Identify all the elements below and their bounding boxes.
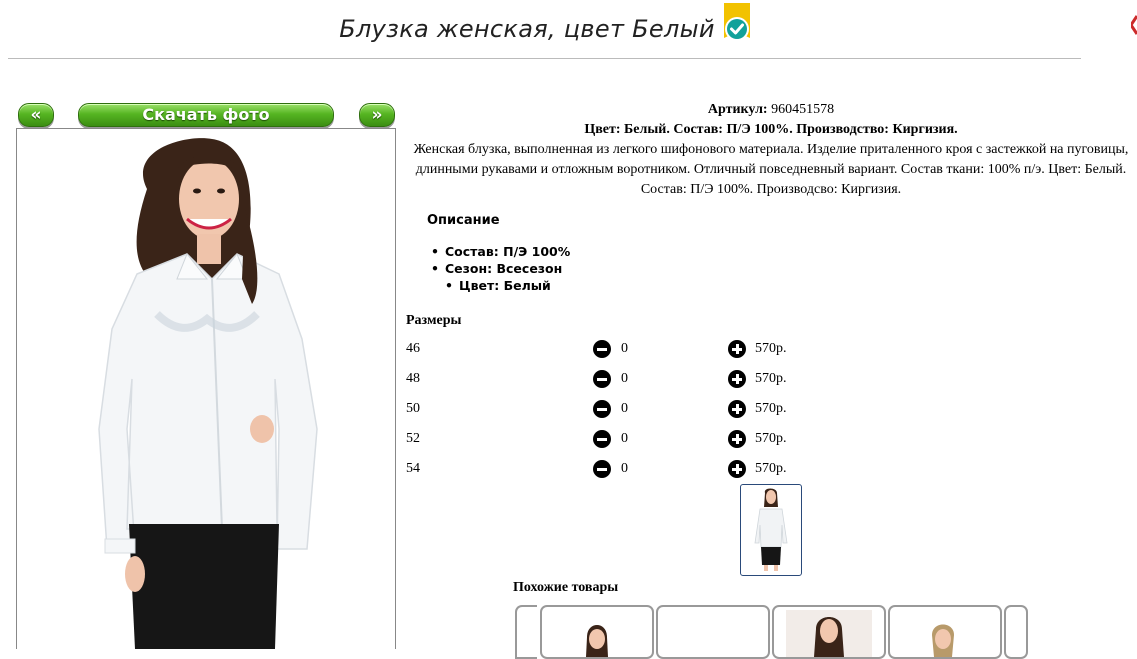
size-row: 52 0 570р. bbox=[406, 430, 806, 450]
quantity-value: 0 bbox=[621, 371, 628, 386]
size-label: 52 bbox=[406, 431, 420, 446]
minus-icon[interactable] bbox=[593, 430, 611, 448]
minus-icon[interactable] bbox=[593, 340, 611, 358]
price-value: 570р. bbox=[755, 341, 787, 356]
price-value: 570р. bbox=[755, 431, 787, 446]
plus-icon[interactable] bbox=[728, 430, 746, 448]
close-icon[interactable] bbox=[1129, 14, 1137, 36]
similar-scroll-left[interactable] bbox=[515, 605, 537, 659]
attributes-heading: Описание bbox=[427, 213, 500, 228]
minus-icon[interactable] bbox=[593, 460, 611, 478]
similar-product-card[interactable] bbox=[540, 605, 654, 659]
plus-icon[interactable] bbox=[728, 400, 746, 418]
similar-product-card[interactable] bbox=[772, 605, 886, 659]
size-row: 54 0 570р. bbox=[406, 460, 806, 480]
page-title: Блузка женская, цвет Белый bbox=[339, 15, 715, 43]
article-value: 960451578 bbox=[771, 102, 835, 117]
similar-product-card[interactable] bbox=[888, 605, 1002, 659]
size-row: 46 0 570р. bbox=[406, 340, 806, 360]
size-label: 48 bbox=[406, 371, 420, 386]
similar-product-card[interactable] bbox=[656, 605, 770, 659]
plus-icon[interactable] bbox=[728, 370, 746, 388]
similar-products-heading: Похожие товары bbox=[513, 580, 619, 595]
summary-text: Цвет: Белый. Состав: П/Э 100%. Производс… bbox=[584, 122, 958, 137]
product-description: Женская блузка, выполненная из легкого ш… bbox=[413, 142, 1129, 197]
price-value: 570р. bbox=[755, 461, 787, 476]
price-value: 570р. bbox=[755, 401, 787, 416]
size-label: 50 bbox=[406, 401, 420, 416]
title-divider bbox=[8, 58, 1081, 59]
attribute-item: Состав: П/Э 100% bbox=[431, 244, 570, 259]
size-row: 50 0 570р. bbox=[406, 400, 806, 420]
product-summary: Цвет: Белый. Состав: П/Э 100%. Производс… bbox=[405, 120, 1137, 140]
photo-thumbnail[interactable] bbox=[740, 484, 802, 576]
size-label: 46 bbox=[406, 341, 420, 356]
download-photo-button[interactable]: Скачать фото bbox=[78, 103, 334, 127]
price-value: 570р. bbox=[755, 371, 787, 386]
plus-icon[interactable] bbox=[728, 340, 746, 358]
size-row: 48 0 570р. bbox=[406, 370, 806, 390]
quantity-value: 0 bbox=[621, 401, 628, 416]
size-label: 54 bbox=[406, 461, 420, 476]
quantity-value: 0 bbox=[621, 461, 628, 476]
similar-scroll-right[interactable] bbox=[1004, 605, 1028, 659]
article-label: Артикул: bbox=[707, 102, 768, 117]
minus-icon[interactable] bbox=[593, 370, 611, 388]
sizes-heading: Размеры bbox=[406, 313, 462, 328]
minus-icon[interactable] bbox=[593, 400, 611, 418]
product-info: Артикул: 960451578 Цвет: Белый. Состав: … bbox=[405, 100, 1137, 200]
plus-icon[interactable] bbox=[728, 460, 746, 478]
verified-check-icon bbox=[723, 2, 751, 44]
attribute-item: Цвет: Белый bbox=[445, 278, 551, 293]
next-photo-button[interactable]: » bbox=[359, 103, 395, 127]
title-row: Блузка женская, цвет Белый bbox=[0, 3, 1090, 50]
quantity-value: 0 bbox=[621, 431, 628, 446]
prev-photo-button[interactable]: « bbox=[18, 103, 54, 127]
attribute-item: Сезон: Всесезон bbox=[431, 261, 562, 276]
article-line: Артикул: 960451578 bbox=[405, 100, 1137, 120]
product-photo bbox=[16, 128, 396, 649]
quantity-value: 0 bbox=[621, 341, 628, 356]
